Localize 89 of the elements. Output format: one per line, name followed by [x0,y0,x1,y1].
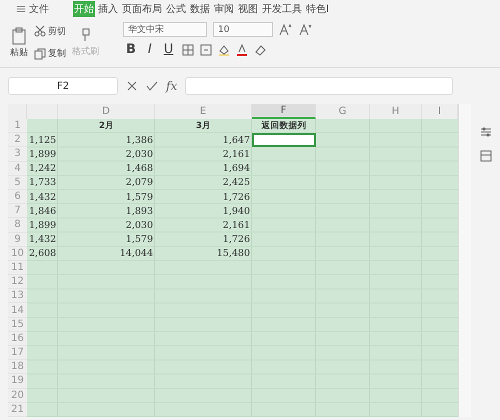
table-cell-text: 1,899 [28,148,58,162]
scissors-icon [34,25,46,38]
row-header[interactable]: 15 [8,318,27,332]
ribbon-tab[interactable]: 页面布局 [121,1,163,17]
selected-cell[interactable] [252,133,316,148]
table-cell-text: 1,940 [222,204,251,218]
row-header[interactable]: 14 [8,303,27,318]
row-header[interactable]: 21 [8,402,27,417]
table-cell-text: 1,647 [222,134,251,148]
row-header[interactable]: 9 [8,232,27,247]
table-cell-text: 1,432 [28,233,58,247]
table-cell-text: 2,161 [222,218,251,232]
copy-icon [34,48,46,60]
row-header[interactable]: 12 [8,275,27,290]
clipboard-icon [10,26,28,46]
underline-button[interactable]: U [160,42,176,57]
table-cell-text: 2,030 [124,218,154,232]
table-cell-text: 返回数据列 [260,120,308,134]
copy-button[interactable]: 复制 [34,47,66,60]
table-cell-text: 2,079 [124,176,154,190]
font-size-field[interactable]: 10 [213,22,273,37]
table-cell-text: 2,608 [28,247,58,261]
row-header[interactable]: 11 [8,260,27,276]
table-cell-text: 1,893 [124,204,154,218]
paste-button[interactable]: 粘贴 [10,26,28,59]
row-header[interactable]: 20 [8,388,27,403]
table-cell-text: 2,425 [222,176,251,190]
scrollbar[interactable] [458,104,471,417]
row-header[interactable]: 10 [8,246,27,261]
shrink-font-icon [299,22,313,36]
row-header[interactable]: 5 [8,176,27,190]
ribbon-tab[interactable]: 开始 [73,1,95,17]
ribbon-tab[interactable]: 开发工具 [261,1,303,17]
sliders-icon [480,126,492,138]
ribbon-tab[interactable]: 视图 [237,1,259,17]
grow-font-icon [279,22,293,36]
table-cell-text: 1,242 [28,162,58,176]
row-header[interactable]: 19 [8,374,27,389]
table-cell-text: 15,480 [216,247,251,261]
file-menu[interactable]: 文件 [12,2,53,16]
table-cell-text: 1,726 [222,233,251,247]
name-box[interactable]: F2 [8,77,118,95]
table-cell-text: 1,386 [124,134,154,148]
table-cell-text: 1,726 [222,190,251,204]
formula-field[interactable] [185,77,454,95]
table-cell-text: 14,044 [118,247,154,261]
row-header[interactable]: 4 [8,162,27,176]
check-icon [146,80,158,92]
panel-icon [480,150,492,162]
italic-button[interactable]: I [144,42,155,57]
fill-color-icon [218,44,230,56]
table-cell-text: 2月 [98,120,115,134]
row-header[interactable]: 16 [8,332,27,346]
function-button[interactable]: fx [166,79,178,93]
table-cell-text: 1,579 [124,190,154,204]
row-header[interactable]: 2 [8,133,27,148]
row-header[interactable]: 17 [8,346,27,360]
table-cell-text: 1,125 [28,134,58,148]
ribbon-tab[interactable]: 审阅 [213,1,235,17]
table-cell-text: 2,161 [222,148,251,162]
row-header[interactable]: 3 [8,147,27,162]
cut-button[interactable]: 剪切 [34,24,66,38]
cancel-icon [126,80,138,92]
border-icon [182,44,194,56]
column-header[interactable]: F [252,104,316,119]
table-cell-text: 1,846 [28,204,58,218]
ribbon-tab[interactable]: 数据 [189,1,211,17]
table-cell-text: 1,694 [222,162,251,176]
font-field[interactable]: 华文中宋 [123,22,207,37]
bold-button[interactable]: B [123,42,139,57]
ribbon-tab[interactable]: 特色I [305,1,330,17]
table-cell-text: 2,030 [124,148,154,162]
row-header[interactable]: 8 [8,218,27,232]
table-cell-text: 1,733 [28,176,58,190]
ribbon-tab[interactable]: 公式 [165,1,187,17]
table-cell-text: 3月 [195,120,212,134]
table-cell-text: 1,579 [124,233,154,247]
row-header[interactable]: 18 [8,360,27,374]
table-cell-text: 1,899 [28,218,58,232]
ribbon-tab[interactable]: 插入 [97,1,119,17]
merge-icon [200,44,212,56]
table-cell-text: 1,432 [28,190,58,204]
menu-icon [16,4,26,14]
row-header[interactable]: 13 [8,289,27,304]
row-header[interactable]: 6 [8,190,27,204]
row-header[interactable]: 7 [8,204,27,218]
row-header[interactable]: 1 [8,119,27,134]
font-color-icon [236,44,248,56]
table-cell-text: 1,468 [124,162,154,176]
